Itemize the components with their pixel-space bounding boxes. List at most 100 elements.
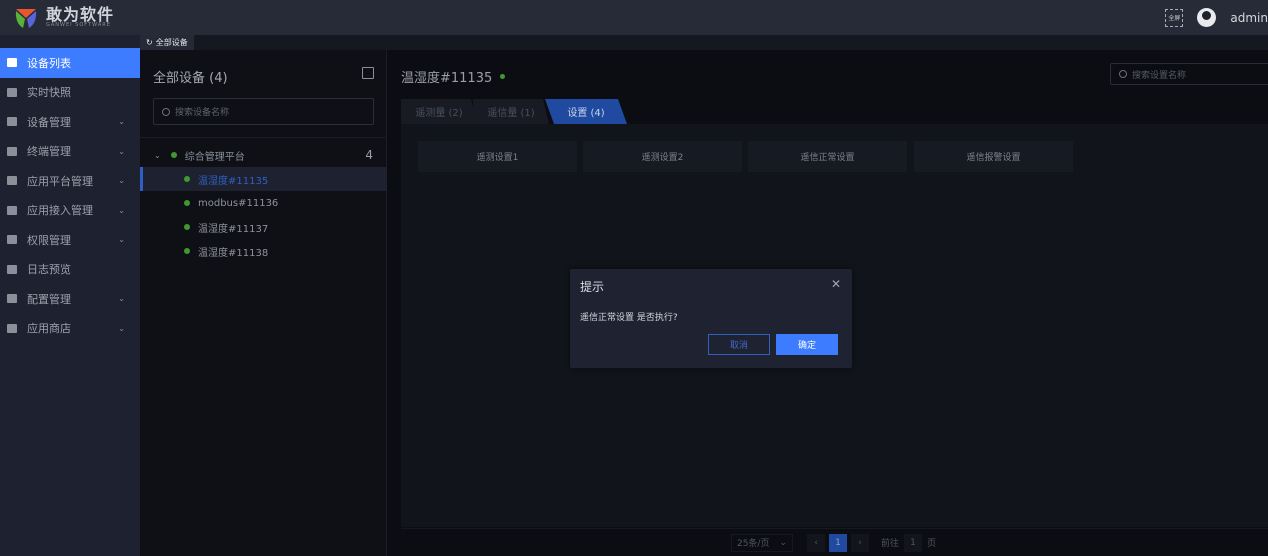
sidebar-item-label: 配置管理 [27, 292, 71, 306]
sidebar-item-label: 日志预览 [27, 263, 71, 277]
fullscreen-button[interactable]: 全屏 [1165, 8, 1184, 27]
setting-button[interactable]: 遥信正常设置 [748, 141, 907, 172]
goto-page-input[interactable]: 1 [904, 533, 923, 552]
menu-icon [7, 235, 17, 245]
top-header: 敢为软件 GANWEI SOFTWARE 全屏 admin [0, 0, 1268, 35]
menu-icon [7, 323, 17, 333]
sidebar-item[interactable]: 日志预览 [0, 255, 140, 285]
menu-icon [7, 146, 17, 156]
chevron-down-icon: ⌄ [118, 176, 125, 186]
menu-icon [7, 176, 17, 186]
online-status-dot [184, 248, 190, 254]
open-external-icon[interactable] [362, 67, 374, 79]
tree-node-label: modbus#11136 [198, 197, 279, 209]
tree-node[interactable]: modbus#11136 [140, 191, 387, 215]
device-panel-title: 全部设备 (4) [153, 71, 228, 86]
confirm-dialog: 提示 ✕ 遥信正常设置 是否执行? 取消 确定 [570, 269, 852, 368]
sidebar-item[interactable]: 应用商店 ⌄ [0, 314, 140, 344]
sidebar-item-label: 应用平台管理 [27, 174, 93, 188]
tab[interactable]: 遥测量 (2) [401, 99, 477, 124]
sidebar-item[interactable]: 设备列表 [0, 48, 140, 78]
divider [140, 137, 387, 138]
chevron-down-icon: ⌄ [118, 323, 125, 333]
sidebar-item[interactable]: 权限管理 ⌄ [0, 225, 140, 255]
device-search-input[interactable]: 搜索设备名称 [153, 98, 374, 125]
fullscreen-label: 全屏 [1168, 15, 1181, 22]
search-placeholder: 搜索设置名称 [1132, 70, 1187, 81]
chevron-down-icon: ⌄ [118, 117, 125, 127]
tree-node-label: 温湿度#11137 [198, 223, 269, 235]
logo-icon [15, 8, 37, 28]
confirm-button[interactable]: 确定 [776, 334, 838, 355]
tree-root[interactable]: ⌄ 综合管理平台 4 [140, 143, 387, 167]
menu-icon [7, 264, 17, 274]
tree-node[interactable]: 温湿度#11135 [140, 167, 387, 191]
tab[interactable]: 设置 (4) [545, 99, 627, 124]
refresh-icon: ↻ [146, 38, 153, 47]
setting-search-input[interactable]: 搜索设置名称 [1110, 63, 1268, 85]
chevron-down-icon: ⌄ [118, 146, 125, 156]
page-tab-strip: ↻ 全部设备 [140, 35, 1268, 50]
sidebar-item[interactable]: 设备管理 ⌄ [0, 107, 140, 137]
tree-root-count: 4 [365, 148, 373, 162]
tree-node[interactable]: 温湿度#11138 [140, 239, 387, 263]
setting-button[interactable]: 遥信报警设置 [914, 141, 1073, 172]
sidebar-item[interactable]: 应用平台管理 ⌄ [0, 166, 140, 196]
sidebar-item-label: 应用商店 [27, 322, 71, 336]
search-icon [1119, 70, 1127, 78]
chevron-down-icon: ⌄ [118, 205, 125, 215]
online-status-dot [184, 200, 190, 206]
chevron-down-icon: ⌄ [118, 294, 125, 304]
setting-button[interactable]: 遥测设置1 [418, 141, 577, 172]
prev-page-button[interactable]: ‹ [807, 533, 825, 552]
page-button-current[interactable]: 1 [829, 533, 847, 552]
close-icon[interactable]: ✕ [831, 277, 841, 291]
sidebar-item-label: 设备列表 [27, 56, 71, 70]
next-page-button[interactable]: › [851, 533, 869, 552]
tab[interactable]: 遥信量 (1) [473, 99, 549, 124]
sidebar-item-label: 终端管理 [27, 145, 71, 159]
dialog-title: 提示 [580, 280, 605, 294]
menu-icon [7, 58, 17, 68]
menu-icon [7, 87, 17, 97]
search-icon [162, 107, 170, 116]
avatar[interactable] [1197, 8, 1217, 27]
sidebar-item-label: 权限管理 [27, 233, 71, 247]
username[interactable]: admin [1230, 11, 1268, 25]
brand-name-en: GANWEI SOFTWARE [46, 22, 111, 28]
chevron-down-icon[interactable]: ⌄ [154, 151, 161, 160]
page-size-select[interactable]: 25条/页 ⌄ [731, 533, 793, 552]
tree-node[interactable]: 温湿度#11137 [140, 215, 387, 239]
device-title: 温湿度#11135 [401, 71, 493, 86]
sidebar: 设备列表实时快照设备管理 ⌄ 终端管理 ⌄ 应用平台管理 ⌄ 应用接入管理 ⌄ 权限管理 ⌄ 日志预… [0, 35, 140, 556]
online-status-dot [170, 152, 177, 158]
sidebar-item[interactable]: 实时快照 [0, 78, 140, 108]
dialog-message: 遥信正常设置 是否执行? [580, 313, 678, 323]
cancel-button[interactable]: 取消 [708, 334, 770, 355]
brand-name: 敢为软件 [46, 5, 115, 24]
online-status-dot [184, 176, 190, 182]
page-unit-label: 页 [927, 539, 937, 549]
menu-icon [7, 294, 17, 304]
sidebar-item-label: 应用接入管理 [27, 204, 93, 218]
pagination: 25条/页 ⌄ ‹ 1 › 前往 1 页 [401, 528, 1268, 556]
page-tab-label: 全部设备 [155, 38, 188, 47]
detail-tabs: 遥测量 (2) 遥信量 (1) 设置 (4) [401, 99, 623, 124]
search-placeholder: 搜索设备名称 [175, 108, 230, 118]
tree-node-label: 温湿度#11135 [198, 175, 269, 187]
online-status-dot [500, 74, 506, 79]
tree-node-label: 温湿度#11138 [198, 247, 269, 259]
page-tab-all-devices[interactable]: ↻ 全部设备 [140, 35, 194, 50]
device-tree: ⌄ 综合管理平台 4 温湿度#11135 modbus#11136 温湿度#11137 温… [140, 143, 387, 263]
chevron-down-icon: ⌄ [118, 235, 125, 245]
sidebar-item[interactable]: 终端管理 ⌄ [0, 137, 140, 167]
menu-icon [7, 205, 17, 215]
sidebar-item[interactable]: 应用接入管理 ⌄ [0, 196, 140, 226]
goto-label: 前往 [881, 539, 900, 549]
sidebar-item-label: 实时快照 [27, 86, 71, 100]
setting-button[interactable]: 遥测设置2 [583, 141, 742, 172]
page-size-value: 25条/页 [736, 539, 770, 549]
logo: 敢为软件 GANWEI SOFTWARE [14, 6, 114, 30]
chevron-down-icon: ⌄ [779, 537, 787, 548]
sidebar-item[interactable]: 配置管理 ⌄ [0, 284, 140, 314]
